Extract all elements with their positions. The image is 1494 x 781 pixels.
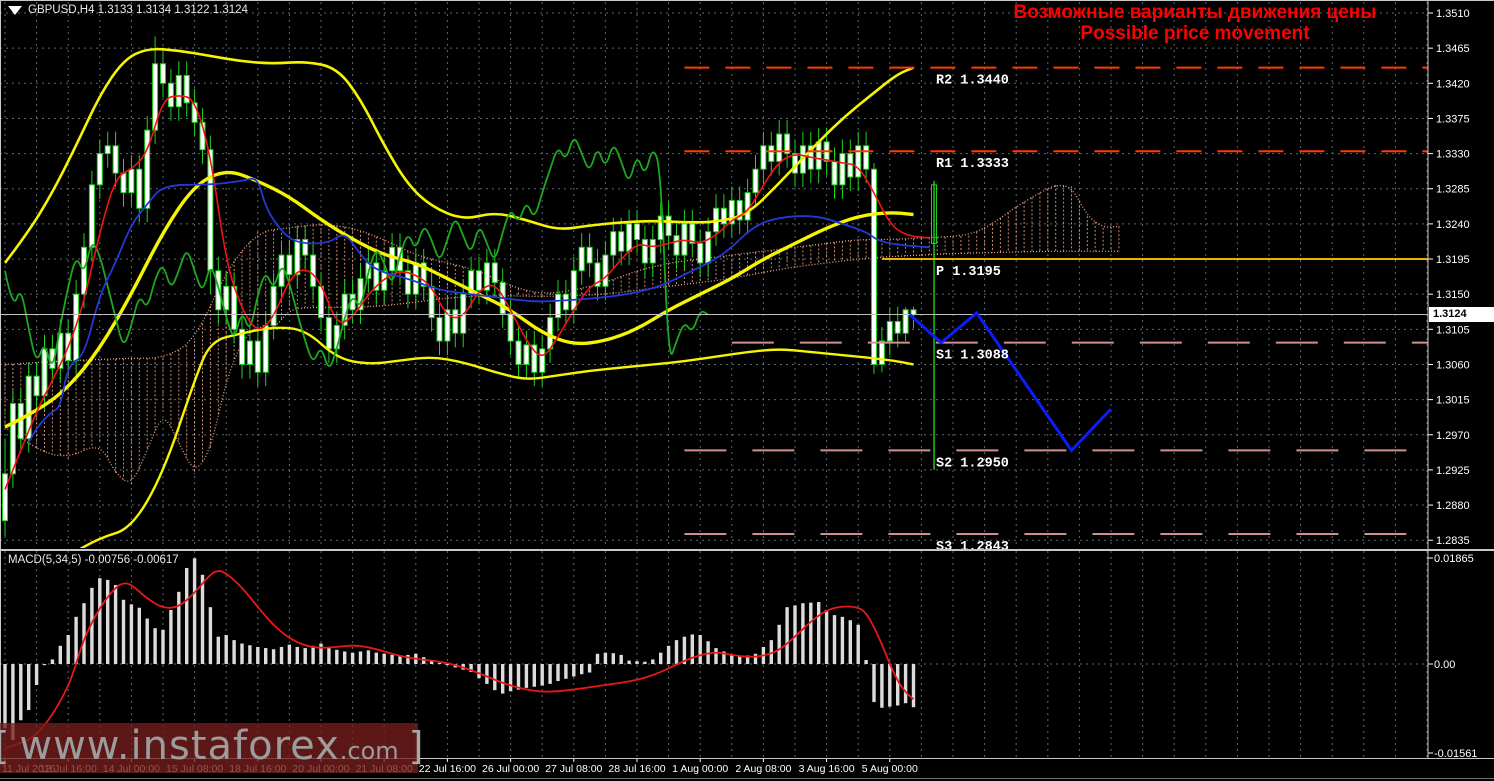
svg-text:1.3150: 1.3150 (1436, 289, 1470, 301)
svg-text:1 Aug 00:00: 1 Aug 00:00 (672, 763, 728, 775)
svg-text:1.3105: 1.3105 (1436, 324, 1470, 336)
symbol-ohlc-text: GBPUSD,H4 1.3133 1.3134 1.3122 1.3124 (28, 4, 248, 16)
chart-canvas[interactable]: R2 1.3440 R1 1.3333 P 1.3195 S1 1.3088 S2 1.… (0, 0, 1494, 781)
svg-text:27 Jul 08:00: 27 Jul 08:00 (545, 763, 602, 775)
svg-text:1.3330: 1.3330 (1436, 149, 1470, 161)
level-label-S1: S1 1.3088 (936, 349, 1009, 364)
svg-text:1.3015: 1.3015 (1436, 395, 1470, 407)
current-price-tag: 1.3124 (1429, 307, 1494, 322)
svg-text:1.3240: 1.3240 (1436, 219, 1470, 231)
chart-title-en: Possible price movement (1080, 23, 1310, 44)
svg-text:1.2880: 1.2880 (1436, 500, 1470, 512)
symbol-ohlc-label: GBPUSD,H4 1.3133 1.3134 1.3122 1.3124 (8, 4, 248, 16)
forecast-title: Возможные варианты движения цены Possibl… (940, 2, 1450, 44)
svg-text:1.2835: 1.2835 (1436, 535, 1470, 547)
svg-text:1.3375: 1.3375 (1436, 113, 1470, 125)
svg-text:26 Jul 00:00: 26 Jul 00:00 (482, 763, 539, 775)
svg-text:1.3285: 1.3285 (1436, 184, 1470, 196)
svg-text:3 Aug 16:00: 3 Aug 16:00 (799, 763, 855, 775)
watermark-domain-suffix: .com (339, 737, 399, 765)
watermark-text: www.instaforex (19, 723, 340, 769)
svg-text:1.2925: 1.2925 (1436, 465, 1470, 477)
watermark-bracket-right: ] (408, 724, 424, 768)
svg-text:1.3195: 1.3195 (1436, 254, 1470, 266)
svg-text:5 Aug 00:00: 5 Aug 00:00 (862, 763, 918, 775)
macd-indicator-label: MACD(5,34,5) -0.00756 -0.00617 (8, 554, 179, 566)
svg-text:1.3465: 1.3465 (1436, 43, 1470, 55)
watermark: [ www.instaforex .com ] (0, 723, 423, 773)
level-label-P: P 1.3195 (936, 265, 1001, 280)
svg-text:1.3060: 1.3060 (1436, 359, 1470, 371)
svg-text:1.2970: 1.2970 (1436, 430, 1470, 442)
level-label-R1: R1 1.3333 (936, 157, 1009, 172)
svg-text:1.3420: 1.3420 (1436, 78, 1470, 90)
svg-text:2 Aug 08:00: 2 Aug 08:00 (735, 763, 791, 775)
svg-text:0.01865: 0.01865 (1434, 553, 1474, 565)
chart-dropdown-icon (8, 5, 22, 15)
svg-text:28 Jul 16:00: 28 Jul 16:00 (608, 763, 665, 775)
svg-text:0.00: 0.00 (1434, 659, 1455, 671)
mt4-chart-window: R2 1.3440 R1 1.3333 P 1.3195 S1 1.3088 S2 1.… (0, 0, 1494, 781)
watermark-bracket-left: [ (0, 724, 19, 768)
level-label-S2: S2 1.2950 (936, 456, 1009, 471)
chart-title-ru: Возможные варианты движения цены (1013, 2, 1377, 23)
level-label-R2: R2 1.3440 (936, 74, 1009, 89)
level-label-S3: S3 1.2843 (936, 540, 1009, 555)
